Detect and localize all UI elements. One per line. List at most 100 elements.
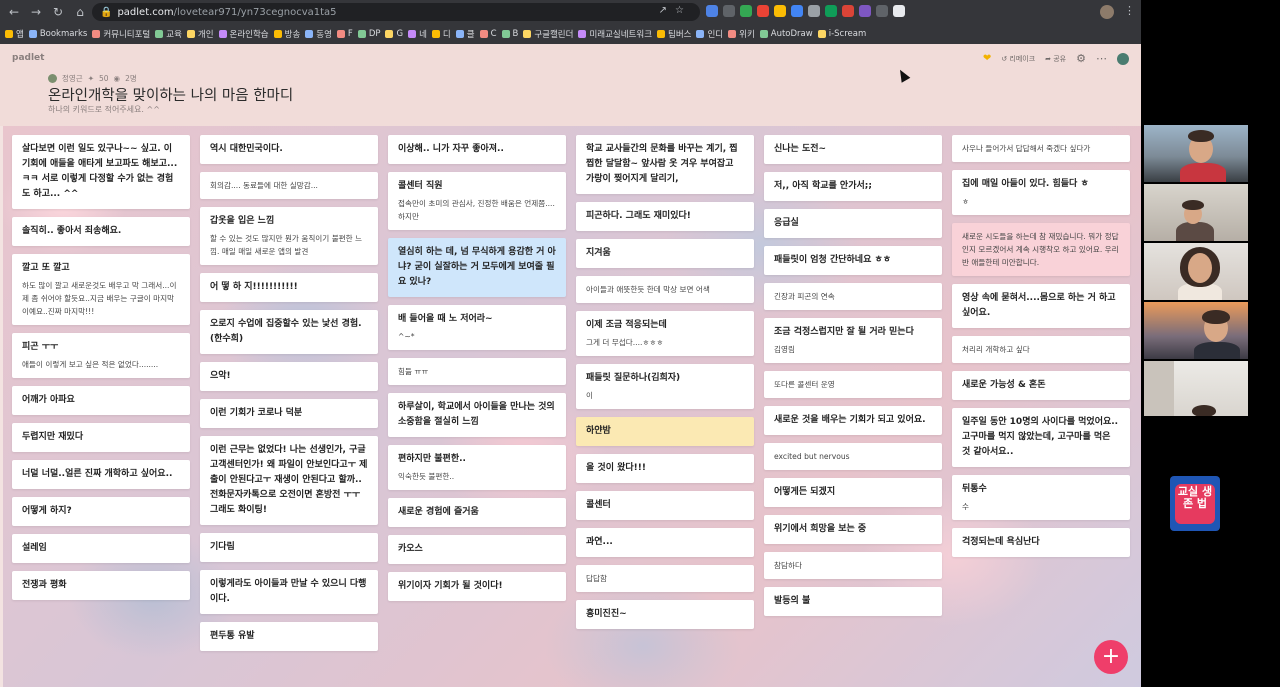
post-card[interactable]: 흥미진진~ bbox=[576, 600, 754, 629]
post-card[interactable]: 배 들어올 때 노 저어라~ ^~* bbox=[388, 305, 566, 350]
post-card[interactable]: 발등의 불 bbox=[764, 587, 942, 616]
bookmark-item[interactable]: 미래교실네트워크 bbox=[578, 28, 652, 40]
padlet-logo[interactable]: padlet bbox=[12, 53, 44, 63]
bookmark-item[interactable]: G bbox=[385, 29, 403, 39]
star-icon[interactable]: ↗☆ bbox=[659, 5, 692, 16]
reload-icon[interactable]: ↻ bbox=[50, 5, 66, 19]
heart-icon[interactable]: ❤ bbox=[983, 53, 991, 64]
bookmark-item[interactable]: 디 bbox=[431, 28, 451, 40]
bookmark-item[interactable]: 방송 bbox=[273, 28, 300, 40]
post-card[interactable]: 새로운 시도들을 하는데 참 재밌습니다. 뭐가 정답인지 모르겠어서 계속 시… bbox=[952, 223, 1130, 276]
bookmark-item[interactable]: 동영 bbox=[305, 28, 332, 40]
extension-icon[interactable] bbox=[791, 5, 803, 17]
post-card[interactable]: 아이들과 애뜻한듯 한데 막상 보면 어색 bbox=[576, 276, 754, 303]
post-card[interactable]: 힘듦 ㅠㅠ bbox=[388, 358, 566, 385]
post-card[interactable]: 신나는 도전~ bbox=[764, 135, 942, 164]
post-card[interactable]: 집에 매일 아들이 있다. 힘들다 ㅎㅎ bbox=[952, 170, 1130, 215]
post-card[interactable]: 학교 교사들간의 문화를 바꾸는 계기, 찝찝한 달달함~ 앞사람 옷 겨우 부… bbox=[576, 135, 754, 194]
forward-icon[interactable]: → bbox=[28, 5, 44, 19]
bookmark-item[interactable]: 팀버스 bbox=[657, 28, 691, 40]
bookmark-item[interactable]: 구글캘린더 bbox=[523, 28, 573, 40]
extension-icon[interactable] bbox=[723, 5, 735, 17]
more-icon[interactable]: ⋯ bbox=[1096, 52, 1107, 65]
bookmark-item[interactable]: F bbox=[336, 29, 353, 39]
post-card[interactable]: 편하지만 불편한.. 익숙한듯 불편한.. bbox=[388, 445, 566, 490]
extension-icon[interactable] bbox=[842, 5, 854, 17]
post-card[interactable]: 콜센터 직원 접속만이 초미의 관심사, 진정한 배움은 언제쯤.... 하지만 bbox=[388, 172, 566, 230]
post-card[interactable]: 과연... bbox=[576, 528, 754, 557]
post-card[interactable]: 하얀밤 bbox=[576, 417, 754, 446]
bookmark-item[interactable]: 커뮤니티포털 bbox=[92, 28, 150, 40]
extension-icon[interactable] bbox=[876, 5, 888, 17]
bookmark-item[interactable]: Bookmarks bbox=[28, 29, 87, 39]
remake-button[interactable]: ↺ 리메이크 bbox=[1001, 54, 1035, 64]
bookmark-item[interactable]: 네 bbox=[408, 28, 427, 40]
add-post-button[interactable]: + bbox=[1094, 640, 1128, 674]
post-card[interactable]: 이런 근무는 없었다! 나는 선생인가, 구글 고객센터인가! 왜 파일이 안보… bbox=[200, 436, 378, 525]
menu-icon[interactable]: ⋮ bbox=[1124, 4, 1135, 17]
post-card[interactable]: 솔직히.. 좋아서 죄송해요. bbox=[12, 217, 190, 246]
bookmark-item[interactable]: 온라인학습 bbox=[218, 28, 269, 40]
post-card[interactable]: 카오스 bbox=[388, 535, 566, 564]
post-card[interactable]: 으악! bbox=[200, 362, 378, 391]
post-card[interactable]: 콜센터 bbox=[576, 491, 754, 520]
post-card[interactable]: 오로지 수업에 집중할수 있는 낯선 경험.(한수희) bbox=[200, 310, 378, 354]
post-card[interactable]: 어깨가 아파요 bbox=[12, 386, 190, 415]
post-card[interactable]: 이상해.. 니가 자꾸 좋아져.. bbox=[388, 135, 566, 164]
bookmark-item[interactable]: 클 bbox=[455, 28, 475, 40]
home-icon[interactable]: ⌂ bbox=[72, 5, 88, 19]
post-card[interactable]: 패들릿 질문하나(김희자) 이 bbox=[576, 364, 754, 409]
bookmark-item[interactable]: DP bbox=[357, 29, 380, 39]
bookmark-item[interactable]: 개인 bbox=[186, 28, 214, 40]
post-card[interactable]: 위기이자 기회가 될 것이다! bbox=[388, 572, 566, 601]
post-card[interactable]: 이제 조금 적응되는데 그게 더 무섭다....ㅎㅎㅎ bbox=[576, 311, 754, 356]
bookmark-item[interactable]: AutoDraw bbox=[759, 29, 813, 39]
participant-video[interactable] bbox=[1144, 184, 1248, 241]
extension-icon[interactable] bbox=[859, 5, 871, 17]
post-card[interactable]: 패들릿이 엄청 간단하네요 ㅎㅎ bbox=[764, 246, 942, 275]
bookmark-item[interactable]: i-Scream bbox=[817, 29, 866, 39]
post-card[interactable]: 깔고 또 깔고 하도 많이 깔고 새로운것도 배우고 막 그래서...이제 좀 쉬… bbox=[12, 254, 190, 325]
bookmark-item[interactable]: C bbox=[479, 29, 497, 39]
bookmark-item[interactable]: 위키 bbox=[728, 28, 755, 40]
share-button[interactable]: ➦ 공유 bbox=[1045, 54, 1066, 64]
post-card[interactable]: excited but nervous bbox=[764, 443, 942, 470]
extension-icon[interactable] bbox=[808, 5, 820, 17]
profile-avatar[interactable] bbox=[1100, 5, 1114, 19]
post-card[interactable]: 살다보면 이런 일도 있구나~~ 싶고. 이 기회에 애들을 애타게 보고파도 … bbox=[12, 135, 190, 209]
post-card[interactable]: 위기에서 희망을 보는 중 bbox=[764, 515, 942, 544]
post-card[interactable]: 새로운 경험에 즐거움 bbox=[388, 498, 566, 527]
post-card[interactable]: 역시 대한민국이다. bbox=[200, 135, 378, 164]
post-card[interactable]: 이렇게라도 아이들과 만날 수 있으니 다행이다. bbox=[200, 570, 378, 614]
post-card[interactable]: 회의감.... 동료들에 대한 실망감... bbox=[200, 172, 378, 199]
extension-icon[interactable] bbox=[774, 5, 786, 17]
extension-icon[interactable] bbox=[825, 5, 837, 17]
participant-video[interactable] bbox=[1144, 302, 1248, 359]
post-card[interactable]: 설레임 bbox=[12, 534, 190, 563]
address-bar[interactable]: 🔒 padlet.com/lovetear971/yn73cegnocva1ta… bbox=[92, 3, 700, 21]
participant-video[interactable] bbox=[1144, 243, 1248, 300]
extension-icon[interactable] bbox=[706, 5, 718, 17]
post-card[interactable]: 기다림 bbox=[200, 533, 378, 562]
post-card[interactable]: 새로운 가능성 & 혼돈 bbox=[952, 371, 1130, 400]
post-card[interactable]: 하루살이, 학교에서 아이들을 만나는 것의 소중함을 절실히 느낌 bbox=[388, 393, 566, 437]
post-card[interactable]: 응급실 bbox=[764, 209, 942, 238]
user-avatar[interactable] bbox=[1117, 52, 1129, 65]
post-card[interactable]: 전쟁과 평화 bbox=[12, 571, 190, 600]
bookmark-item[interactable]: B bbox=[501, 29, 518, 39]
post-card[interactable]: 사우나 들어가서 답답해서 죽겠다 싶다가 bbox=[952, 135, 1130, 162]
post-card[interactable]: 편두통 유발 bbox=[200, 622, 378, 651]
post-card[interactable]: 긴장과 피곤의 연속 bbox=[764, 283, 942, 310]
post-card[interactable]: 영상 속에 묻혀서....몸으로 하는 거 하고 싶어요. bbox=[952, 284, 1130, 328]
participant-video[interactable] bbox=[1144, 125, 1248, 182]
post-card[interactable]: 지겨움 bbox=[576, 239, 754, 268]
extension-icon[interactable] bbox=[893, 5, 905, 17]
post-card[interactable]: 조금 걱정스럽지만 잘 될 거라 믿는다 김영림 bbox=[764, 318, 942, 363]
post-card[interactable]: 어 떻 하 지!!!!!!!!!!! bbox=[200, 273, 378, 302]
participant-video[interactable] bbox=[1144, 361, 1248, 416]
post-card[interactable]: 어떻게 하지? bbox=[12, 497, 190, 526]
post-card[interactable]: 두렵지만 재밌다 bbox=[12, 423, 190, 452]
post-card[interactable]: 저,, 아직 학교를 안가서;; bbox=[764, 172, 942, 201]
post-card[interactable]: 올 것이 왔다!!! bbox=[576, 454, 754, 483]
post-card[interactable]: 이런 기회가 코로나 덕분 bbox=[200, 399, 378, 428]
